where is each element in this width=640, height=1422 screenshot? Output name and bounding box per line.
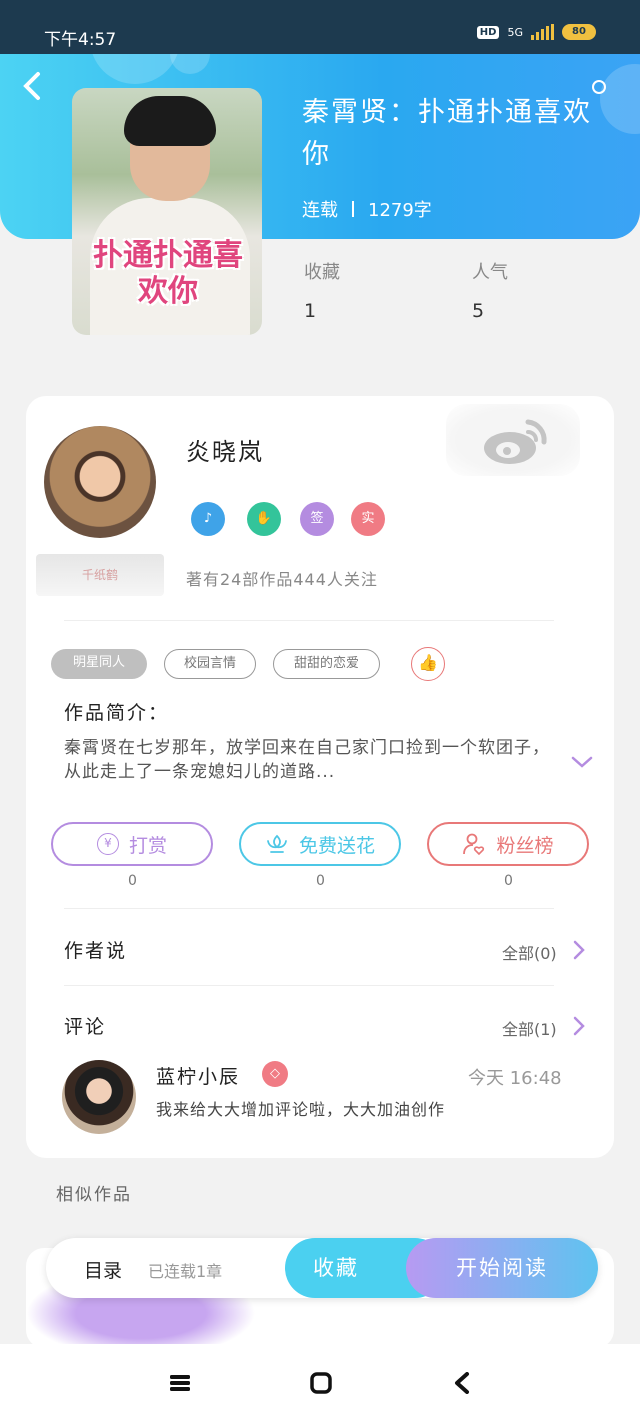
reward-count: 0 (128, 873, 137, 889)
signal-icon (531, 24, 554, 40)
flower-icon (267, 834, 287, 853)
comment-time: 今天 16:48 (468, 1068, 562, 1089)
network-label: 5G (507, 25, 523, 39)
commenter-name[interactable]: 蓝柠小辰 (156, 1062, 240, 1089)
comments-title: 评论 (64, 1016, 107, 1038)
back-button[interactable] (22, 70, 52, 106)
status-icons: HD 5G 80 (476, 24, 596, 40)
status-bar: 下午4:57 HD 5G 80 (0, 0, 640, 54)
weibo-icon (484, 419, 547, 464)
author-says-title: 作者说 (64, 940, 128, 962)
fan-rank-button[interactable]: 粉丝榜 (427, 822, 589, 866)
tag-chip[interactable]: 校园言情 (164, 649, 256, 679)
author-name[interactable]: 炎晓岚 (186, 432, 264, 467)
stat-popularity: 人气 5 (472, 258, 508, 322)
fan-rank-label: 粉丝榜 (496, 834, 554, 857)
catalog-button[interactable]: 目录 (84, 1256, 122, 1283)
start-reading-button[interactable]: 开始阅读 (406, 1238, 598, 1298)
status-time: 下午4:57 (44, 30, 117, 50)
serial-status: 连载 (302, 200, 338, 221)
thumbs-up-icon[interactable]: 👍 (411, 647, 445, 681)
reward-label: 打赏 (128, 834, 167, 857)
comments-all-link[interactable]: 全部(1) (502, 1016, 557, 1040)
chevron-down-icon[interactable] (570, 750, 594, 774)
tag-chip[interactable]: 明星同人 (51, 649, 147, 679)
verified-badge: 实 (351, 502, 385, 536)
divider (64, 985, 554, 986)
stat-favorites: 收藏 1 (304, 258, 340, 322)
author-stamp: 千纸鹤 (36, 554, 164, 596)
author-avatar[interactable] (44, 426, 156, 538)
chevron-left-icon (23, 72, 40, 100)
author-meta: 著有24部作品444人关注 (186, 570, 378, 589)
yen-icon: ¥ (96, 833, 119, 855)
battery-icon: 80 (562, 24, 596, 40)
divider (352, 201, 354, 217)
author-says-all-link[interactable]: 全部(0) (502, 940, 557, 964)
chevron-right-icon[interactable] (572, 940, 586, 960)
book-title: 秦霄贤：扑通扑通喜欢你 (302, 97, 592, 170)
stat-value: 1 (304, 300, 317, 322)
comment-text: 我来给大大增加评论啦，大大加油创作 (156, 1100, 446, 1119)
similar-works-title: 相似作品 (56, 1185, 132, 1205)
signed-badge: 签 (300, 502, 334, 536)
tag-chip[interactable]: 甜甜的恋爱 (273, 649, 380, 679)
stat-value: 5 (472, 300, 485, 322)
menu-icon[interactable] (168, 1372, 192, 1394)
flower-count: 0 (316, 873, 325, 889)
book-cover: 扑通扑通喜欢你 (72, 88, 262, 335)
reward-button[interactable]: ¥ 打赏 (51, 822, 213, 866)
send-flower-button[interactable]: 免费送花 (239, 822, 401, 866)
divider (64, 908, 554, 909)
stat-label: 人气 (472, 262, 508, 283)
fan-count: 0 (504, 873, 513, 889)
hd-icon: HD (476, 25, 500, 39)
serial-chapters: 已连载1章 (148, 1262, 223, 1281)
cover-title: 扑通扑通喜欢你 (93, 238, 243, 309)
commenter-avatar[interactable] (62, 1060, 136, 1134)
intro-label: 作品简介： (64, 702, 170, 724)
stat-label: 收藏 (304, 262, 340, 283)
send-flower-label: 免费送花 (298, 834, 375, 857)
music-note-icon: ♪ (191, 502, 225, 536)
intro-text: 秦霄贤在七岁那年，放学回来在自己家门口捡到一个软团子，从此走上了一条宠媳妇儿的道… (64, 738, 550, 782)
divider (64, 620, 554, 621)
home-icon[interactable] (309, 1372, 333, 1394)
user-heart-icon (463, 833, 485, 856)
back-nav-icon[interactable] (451, 1372, 475, 1394)
handshake-icon: ✋ (247, 502, 281, 536)
diamond-icon: ◇ (262, 1061, 288, 1087)
word-count: 1279字 (368, 200, 432, 221)
book-status: 连载 1279字 (302, 196, 432, 222)
chevron-right-icon[interactable] (572, 1016, 586, 1036)
